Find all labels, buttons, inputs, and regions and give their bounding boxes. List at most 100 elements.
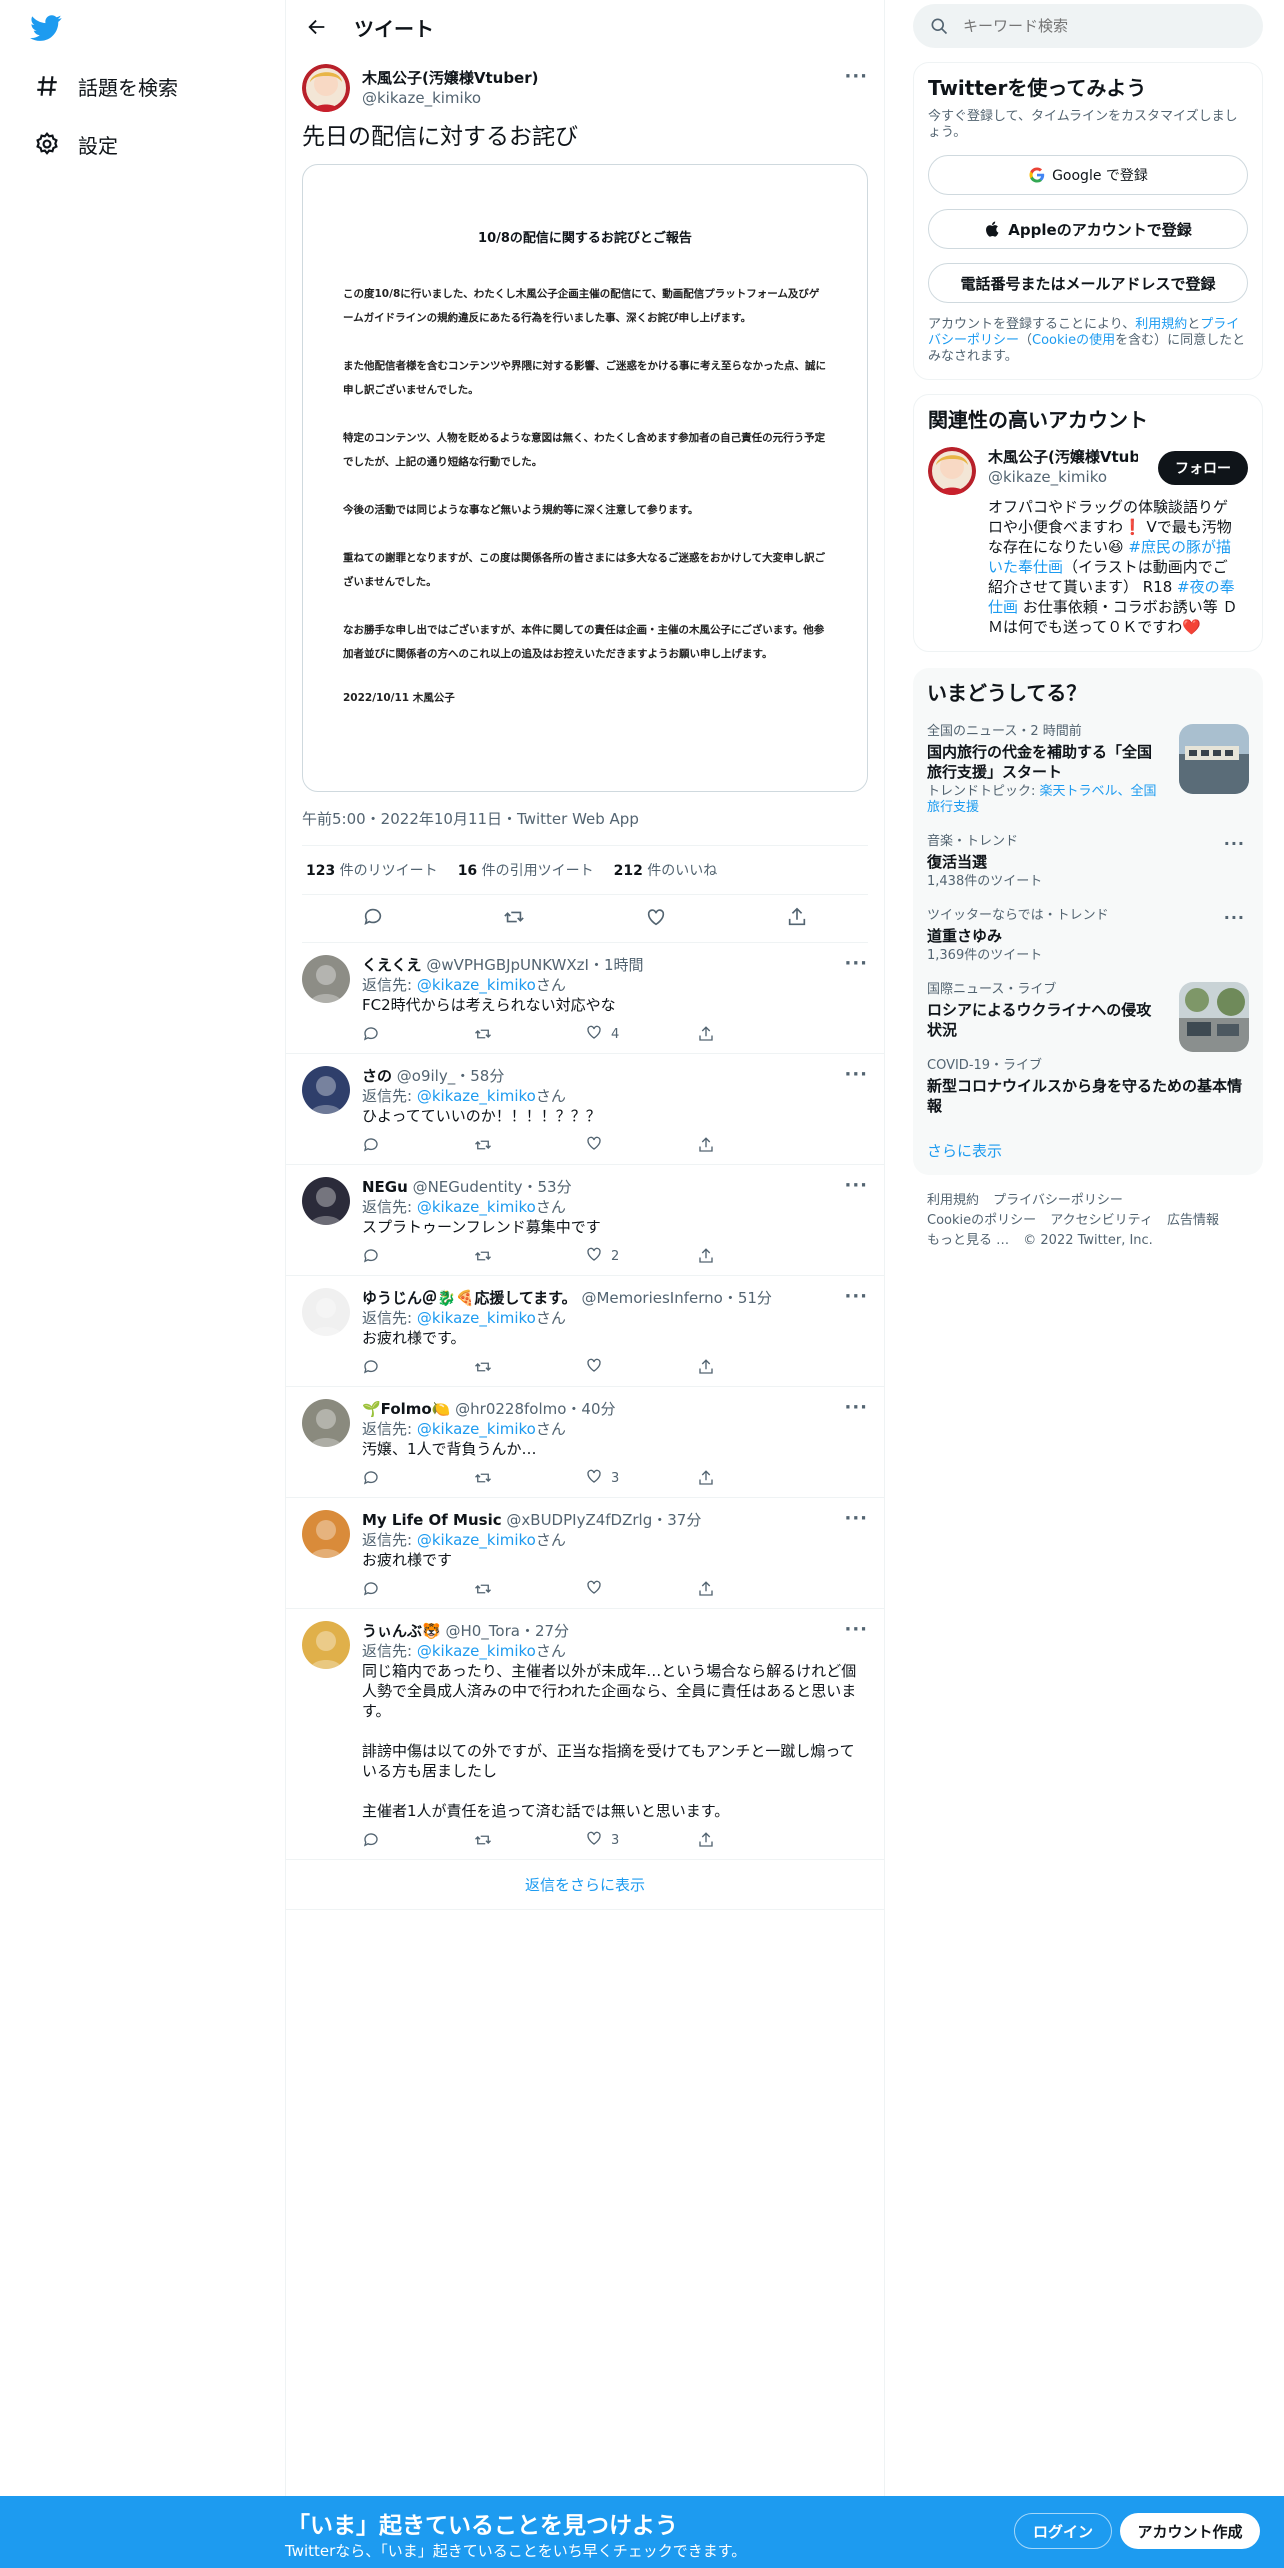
share-icon[interactable] xyxy=(697,1247,809,1265)
retweet-icon[interactable] xyxy=(503,906,525,932)
mention-link[interactable]: @kikaze_kimiko xyxy=(417,1531,536,1549)
reply-tweet[interactable]: ··· くえくえ @wVPHGBJpUNKWXzI・1時間 返信先: @kikaze… xyxy=(286,943,884,1054)
phone-email-signup-button[interactable]: 電話番号またはメールアドレスで登録 xyxy=(928,263,1248,303)
reply-author-name[interactable]: My Life Of Music xyxy=(362,1511,502,1529)
author-name[interactable]: 木風公子(汚嬢様Vtuber) xyxy=(362,68,538,88)
reply-tweet[interactable]: ··· さの @o9ily_・58分 返信先: @kikaze_kimikoさん ひよ… xyxy=(286,1054,884,1165)
reply-time[interactable]: ・27分 xyxy=(520,1622,569,1640)
like-button[interactable]: 3 xyxy=(585,1467,697,1489)
footer-link[interactable]: Cookieのポリシー xyxy=(927,1213,1036,1228)
quote-count[interactable]: 16 件の引用ツイート xyxy=(458,860,594,880)
avatar[interactable] xyxy=(302,1510,350,1558)
tweet-timestamp[interactable]: 午前5:00・2022年10月11日・Twitter Web App xyxy=(302,808,868,846)
footer-link[interactable]: もっと見る … xyxy=(927,1233,1009,1248)
reply-time[interactable]: ・51分 xyxy=(723,1289,772,1307)
avatar[interactable] xyxy=(302,1177,350,1225)
reply-author-handle[interactable]: @xBUDPIyZ4fDZrlg xyxy=(506,1511,652,1529)
trend-item[interactable]: 全国のニュース・2 時間前 国内旅行の代金を補助する「全国旅行支援」スタート ト… xyxy=(927,724,1249,816)
back-arrow-icon[interactable] xyxy=(302,12,332,42)
reply-icon[interactable] xyxy=(362,1469,474,1487)
reply-icon[interactable] xyxy=(362,1025,474,1043)
like-button[interactable]: 3 xyxy=(585,1829,697,1851)
retweet-icon[interactable] xyxy=(474,1025,586,1043)
share-icon[interactable] xyxy=(697,1136,809,1154)
footer-link[interactable]: プライバシーポリシー xyxy=(993,1193,1123,1208)
reply-time[interactable]: ・40分 xyxy=(566,1400,615,1418)
create-account-button[interactable]: アカウント作成 xyxy=(1120,2513,1260,2549)
author-handle[interactable]: @kikaze_kimiko xyxy=(362,88,538,108)
like-button[interactable] xyxy=(585,1134,697,1156)
more-options-icon[interactable]: ··· xyxy=(844,1397,868,1418)
more-options-icon[interactable]: ··· xyxy=(844,1286,868,1307)
trends-show-more[interactable]: さらに表示 xyxy=(927,1140,1249,1161)
reply-author-handle[interactable]: @wVPHGBJpUNKWXzI xyxy=(426,956,589,974)
show-more-replies-button[interactable]: 返信をさらに表示 xyxy=(286,1860,884,1910)
like-button[interactable] xyxy=(585,1578,697,1600)
avatar[interactable] xyxy=(302,955,350,1003)
nav-explore[interactable]: 話題を検索 xyxy=(30,66,178,106)
trend-item[interactable]: 国際ニュース・ライブ ロシアによるウクライナへの侵攻状況 xyxy=(927,982,1249,1052)
reply-icon[interactable] xyxy=(362,1831,474,1849)
cookie-link[interactable]: Cookieの使用 xyxy=(1032,333,1115,348)
avatar[interactable] xyxy=(302,1288,350,1336)
reply-author-handle[interactable]: @NEGudentity xyxy=(413,1178,523,1196)
trend-item[interactable]: 音楽・トレンド 復活当選 1,438件のツイート ··· xyxy=(927,834,1249,890)
reply-author-name[interactable]: うぃんぶ🐯 xyxy=(362,1622,441,1640)
follow-button[interactable]: フォロー xyxy=(1158,451,1248,485)
avatar[interactable] xyxy=(302,1399,350,1447)
like-button[interactable] xyxy=(585,1356,697,1378)
mention-link[interactable]: @kikaze_kimiko xyxy=(417,1642,536,1660)
share-icon[interactable] xyxy=(697,1831,809,1849)
reply-tweet[interactable]: ··· ゆうじん＠🐉🍕応援してます。 @MemoriesInferno・51分 返信… xyxy=(286,1276,884,1387)
related-account-name[interactable]: 木風公子(汚嬢様Vtuber) xyxy=(988,447,1138,467)
more-options-icon[interactable]: ··· xyxy=(844,953,868,974)
retweet-icon[interactable] xyxy=(474,1358,586,1376)
reply-icon[interactable] xyxy=(362,1358,474,1376)
trend-item[interactable]: COVID-19・ライブ 新型コロナウイルスから身を守るための基本情報 xyxy=(927,1058,1249,1116)
reply-tweet[interactable]: ··· My Life Of Music @xBUDPIyZ4fDZrlg・37分… xyxy=(286,1498,884,1609)
retweet-count[interactable]: 123 件のリツイート xyxy=(306,860,438,880)
footer-link[interactable]: 利用規約 xyxy=(927,1193,979,1208)
reply-author-name[interactable]: さの xyxy=(362,1067,392,1085)
retweet-icon[interactable] xyxy=(474,1469,586,1487)
reply-tweet[interactable]: ··· NEGu @NEGudentity・53分 返信先: @kikaze_kim… xyxy=(286,1165,884,1276)
mention-link[interactable]: @kikaze_kimiko xyxy=(417,976,536,994)
reply-author-name[interactable]: NEGu xyxy=(362,1178,408,1196)
avatar[interactable] xyxy=(928,447,976,495)
reply-author-name[interactable]: 🌱Folmo🍋 xyxy=(362,1400,450,1418)
mention-link[interactable]: @kikaze_kimiko xyxy=(417,1198,536,1216)
search-box[interactable] xyxy=(913,4,1263,48)
reply-author-handle[interactable]: @hr0228folmo xyxy=(455,1400,566,1418)
share-icon[interactable] xyxy=(697,1469,809,1487)
reply-time[interactable]: ・37分 xyxy=(652,1511,701,1529)
reply-author-handle[interactable]: @H0_Tora xyxy=(445,1622,519,1640)
reply-tweet[interactable]: ··· 🌱Folmo🍋 @hr0228folmo・40分 返信先: @kikaze_… xyxy=(286,1387,884,1498)
reply-icon[interactable] xyxy=(362,1136,474,1154)
avatar[interactable] xyxy=(302,1621,350,1669)
more-options-icon[interactable]: ··· xyxy=(1224,834,1245,853)
retweet-icon[interactable] xyxy=(474,1136,586,1154)
more-options-icon[interactable]: ··· xyxy=(844,1508,868,1529)
tweet-image-document[interactable]: 10/8の配信に関するお詫びとご報告 この度10/8に行いました、わたくし木風公… xyxy=(302,164,868,792)
footer-link[interactable]: アクセシビリティ xyxy=(1050,1213,1153,1228)
more-options-icon[interactable]: ··· xyxy=(844,1619,868,1640)
share-icon[interactable] xyxy=(697,1358,809,1376)
reply-time[interactable]: ・1時間 xyxy=(589,956,644,974)
more-options-icon[interactable]: ··· xyxy=(844,1175,868,1196)
reply-time[interactable]: ・58分 xyxy=(455,1067,504,1085)
reply-tweet[interactable]: ··· うぃんぶ🐯 @H0_Tora・27分 返信先: @kikaze_kimiko… xyxy=(286,1609,884,1860)
reply-time[interactable]: ・53分 xyxy=(522,1178,571,1196)
login-button[interactable]: ログイン xyxy=(1014,2513,1112,2549)
footer-link[interactable]: 広告情報 xyxy=(1167,1213,1219,1228)
avatar[interactable] xyxy=(302,1066,350,1114)
like-count[interactable]: 212 件のいいね xyxy=(614,860,718,880)
reply-author-handle[interactable]: @MemoriesInferno xyxy=(581,1289,722,1307)
mention-link[interactable]: @kikaze_kimiko xyxy=(417,1087,536,1105)
share-icon[interactable] xyxy=(697,1025,809,1043)
retweet-icon[interactable] xyxy=(474,1831,586,1849)
more-options-icon[interactable]: ··· xyxy=(1224,908,1245,927)
reply-author-handle[interactable]: @o9ily_ xyxy=(397,1067,455,1085)
share-icon[interactable] xyxy=(697,1580,809,1598)
terms-link[interactable]: 利用規約 xyxy=(1135,317,1187,332)
apple-signup-button[interactable]: Appleのアカウントで登録 xyxy=(928,209,1248,249)
